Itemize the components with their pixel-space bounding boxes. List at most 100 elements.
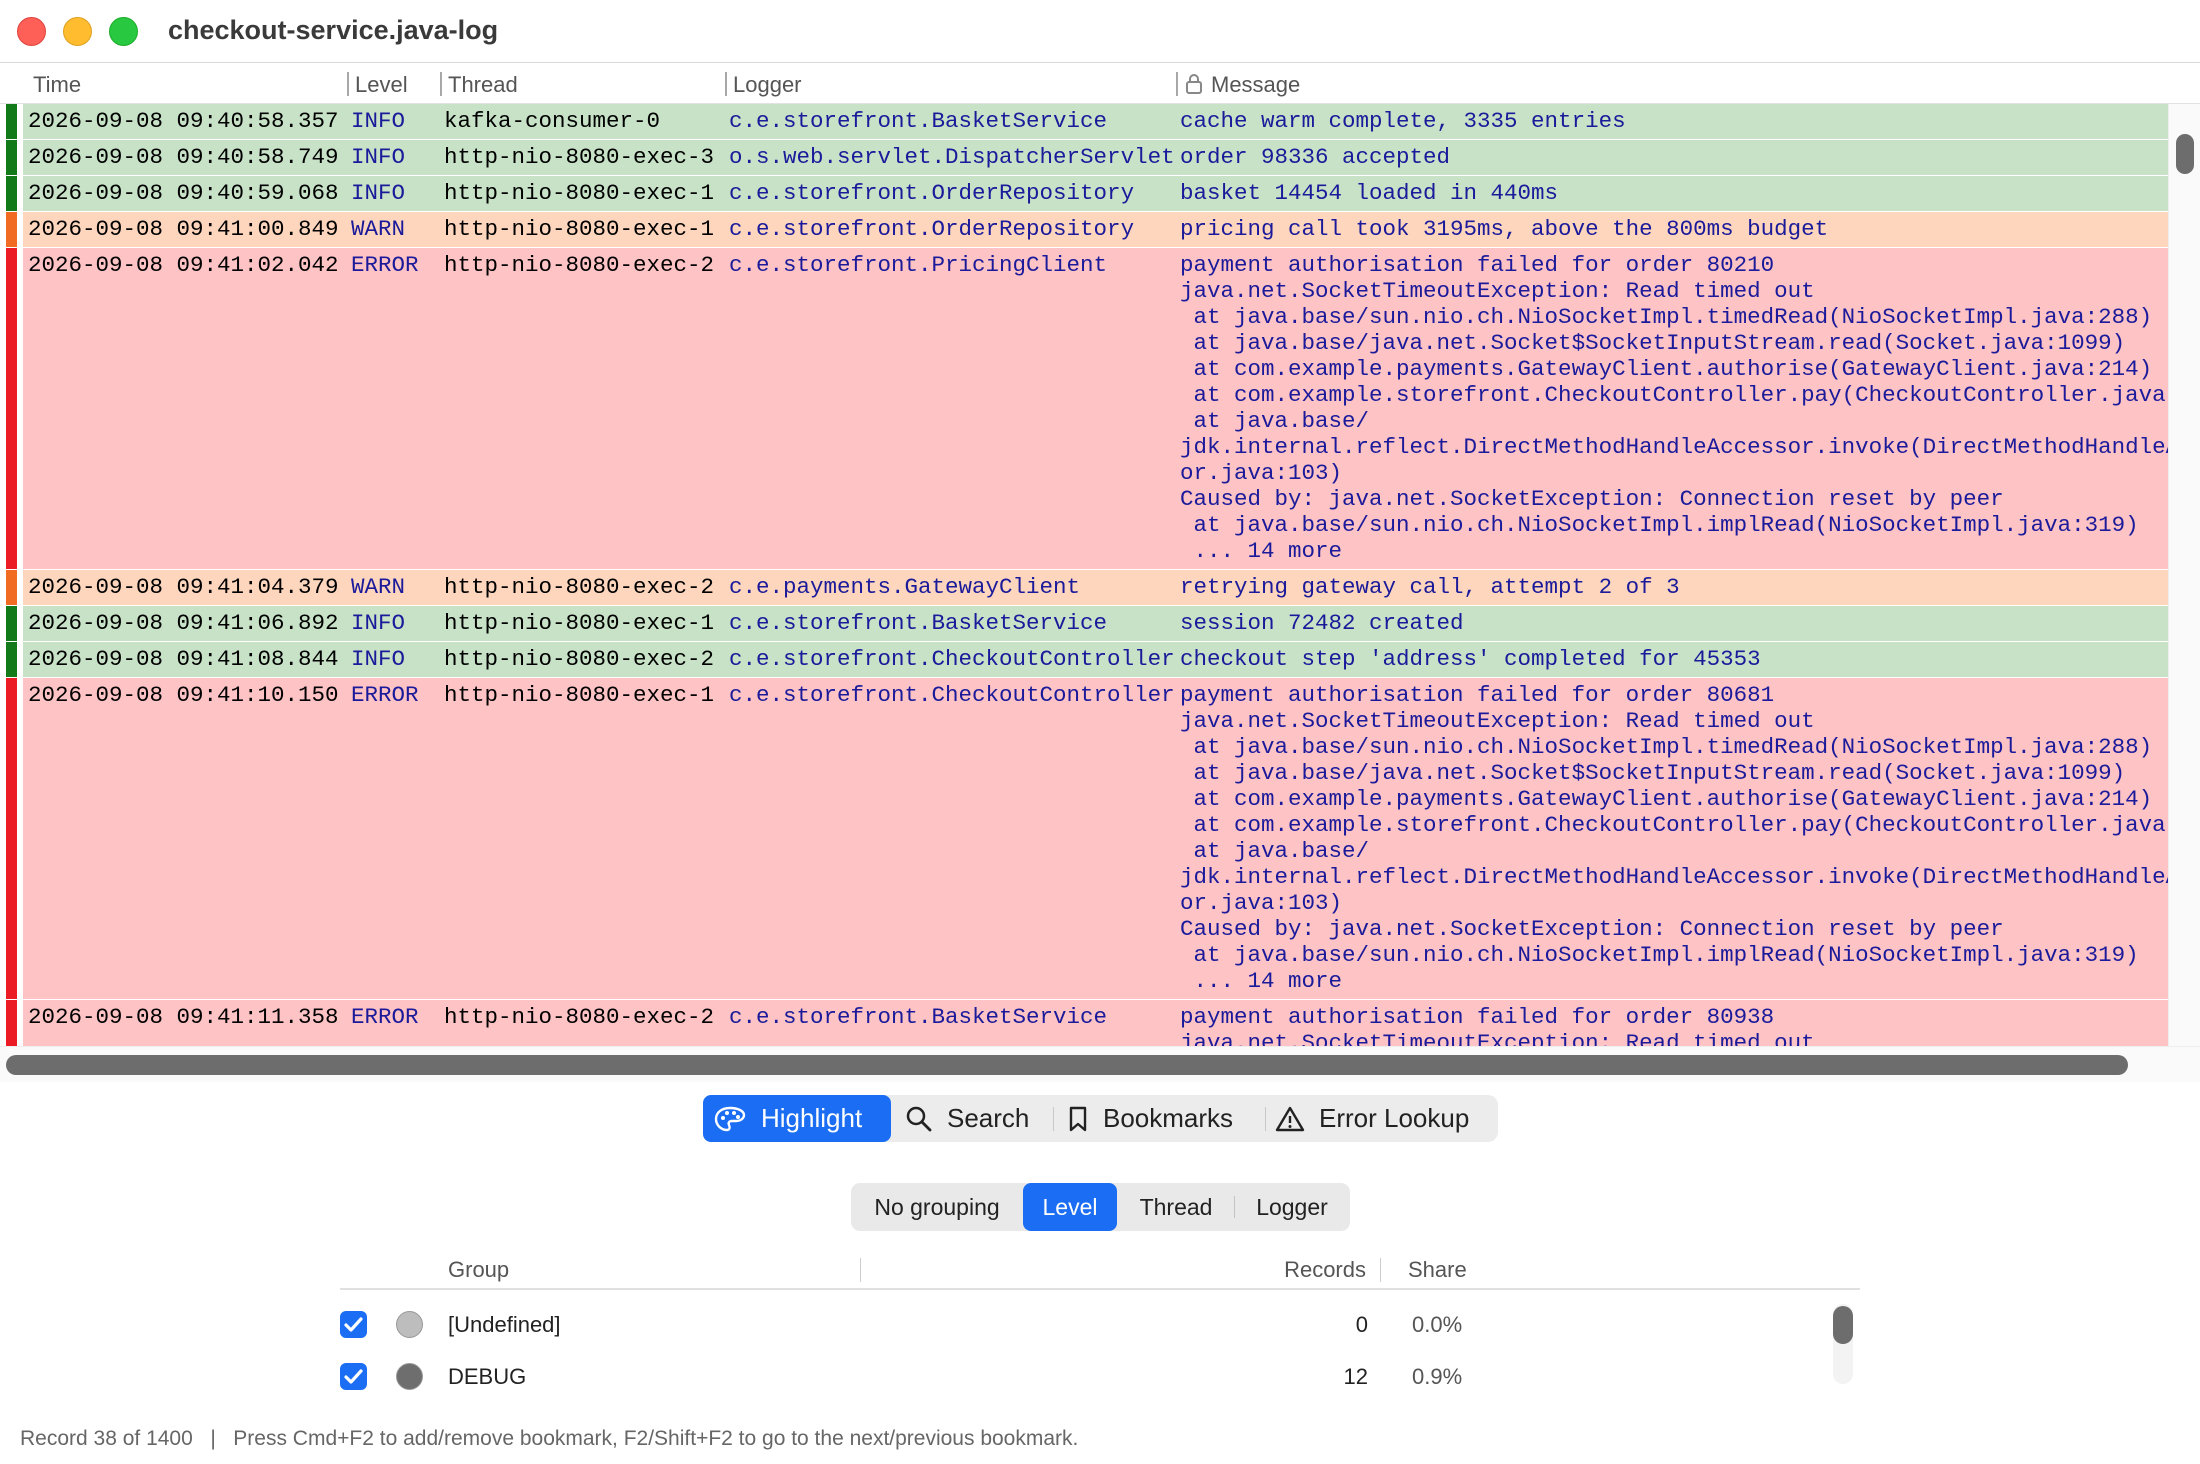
message-line: retrying gateway call, attempt 2 of 3 xyxy=(1180,574,1680,600)
log-horizontal-scrollbar[interactable] xyxy=(0,1046,2200,1082)
status-record: Record 38 of 1400 xyxy=(20,1427,193,1450)
column-time[interactable]: Time xyxy=(33,72,81,98)
level-stripe xyxy=(6,140,17,175)
tab-error-lookup-label: Error Lookup xyxy=(1319,1103,1470,1133)
log-level: ERROR xyxy=(351,252,419,278)
column-logger[interactable]: Logger xyxy=(733,72,802,98)
level-stripe xyxy=(6,606,17,641)
log-logger: c.e.storefront.BasketService xyxy=(729,1004,1108,1030)
log-logger: c.e.storefront.CheckoutController xyxy=(729,646,1175,672)
message-line: Caused by: java.net.SocketException: Con… xyxy=(1180,486,2004,512)
message-line: pricing call took 3195ms, above the 800m… xyxy=(1180,216,1829,242)
share-column-header[interactable]: Share xyxy=(1408,1257,1467,1283)
tab-highlight[interactable]: Highlight xyxy=(703,1095,891,1142)
checkmark-icon xyxy=(344,1369,363,1384)
window-zoom-button[interactable] xyxy=(109,17,138,46)
bookmark-icon xyxy=(1069,1106,1087,1131)
column-thread[interactable]: Thread xyxy=(448,72,518,98)
message-line: session 72482 created xyxy=(1180,610,1464,636)
column-resize-handle[interactable] xyxy=(1176,72,1178,96)
group-column-header[interactable]: Group xyxy=(448,1257,509,1283)
log-time: 2026-09-08 09:41:00.849 xyxy=(28,216,339,242)
log-row[interactable]: 2026-09-08 09:41:11.358 ERROR http-nio-808… xyxy=(0,1000,2168,1046)
log-logger: c.e.payments.GatewayClient xyxy=(729,574,1081,600)
log-thread: kafka-consumer-0 xyxy=(444,108,661,134)
message-line: cache warm complete, 3335 entries xyxy=(1180,108,1626,134)
log-row[interactable]: 2026-09-08 09:40:58.357 INFO kafka-consume… xyxy=(0,104,2168,140)
group-records: 0 xyxy=(1355,1312,1368,1337)
log-level: INFO xyxy=(351,108,406,134)
log-level: ERROR xyxy=(351,682,419,708)
message-line: payment authorisation failed for order 8… xyxy=(1180,1004,1775,1030)
log-column-header: Time Level Thread Logger Message xyxy=(0,64,2200,104)
log-row[interactable]: 2026-09-08 09:41:08.844 INFO http-nio-8080… xyxy=(0,642,2168,678)
vertical-scroll-thumb[interactable] xyxy=(2176,134,2194,174)
column-resize-handle[interactable] xyxy=(440,72,442,96)
grouping-option-none[interactable]: No grouping xyxy=(851,1183,1023,1231)
log-level: INFO xyxy=(351,180,406,206)
column-message[interactable]: Message xyxy=(1211,72,1300,98)
group-row-debug[interactable]: DEBUG 12 0.9% xyxy=(340,1350,1840,1402)
group-color-swatch[interactable] xyxy=(396,1363,423,1390)
message-line: at com.example.payments.GatewayClient.au… xyxy=(1180,356,2153,382)
horizontal-scroll-thumb[interactable] xyxy=(6,1055,2128,1075)
log-time: 2026-09-08 09:40:58.749 xyxy=(28,144,339,170)
grouping-segmented-control: No grouping Level Thread Logger xyxy=(851,1183,1350,1231)
log-thread: http-nio-8080-exec-2 xyxy=(444,252,715,278)
window-close-button[interactable] xyxy=(17,17,46,46)
message-line: checkout step 'address' completed for 45… xyxy=(1180,646,1761,672)
log-table[interactable]: 2026-09-08 09:40:58.357 INFO kafka-consume… xyxy=(0,104,2168,1046)
log-logger: c.e.storefront.CheckoutController xyxy=(729,682,1175,708)
log-thread: http-nio-8080-exec-1 xyxy=(444,682,715,708)
log-thread: http-nio-8080-exec-2 xyxy=(444,1004,715,1030)
status-hint: Press Cmd+F2 to add/remove bookmark, F2/… xyxy=(233,1427,1079,1450)
log-thread: http-nio-8080-exec-2 xyxy=(444,574,715,600)
message-line: at java.base/java.net.Socket$SocketInput… xyxy=(1180,760,2126,786)
message-line: at java.base/ xyxy=(1180,838,1370,864)
group-color-swatch[interactable] xyxy=(396,1311,423,1338)
log-row[interactable]: 2026-09-08 09:40:59.068 INFO http-nio-8080… xyxy=(0,176,2168,212)
log-level: WARN xyxy=(351,216,406,242)
group-table-scroll-thumb[interactable] xyxy=(1833,1306,1853,1344)
log-logger: o.s.web.servlet.DispatcherServlet xyxy=(729,144,1175,170)
grouping-option-logger[interactable]: Logger xyxy=(1235,1183,1349,1231)
log-message: payment authorisation failed for order 8… xyxy=(1180,682,2168,994)
log-row[interactable]: 2026-09-08 09:41:10.150 ERROR http-nio-808… xyxy=(0,678,2168,1000)
group-share: 0.9% xyxy=(1412,1364,1463,1389)
search-icon xyxy=(906,1106,932,1131)
log-row[interactable]: 2026-09-08 09:41:06.892 INFO http-nio-8080… xyxy=(0,606,2168,642)
log-thread: http-nio-8080-exec-1 xyxy=(444,180,715,206)
group-checkbox[interactable] xyxy=(340,1311,367,1338)
message-line: at java.base/sun.nio.ch.NioSocketImpl.ti… xyxy=(1180,734,2153,760)
level-stripe xyxy=(6,176,17,211)
records-column-header[interactable]: Records xyxy=(940,1257,1366,1283)
column-resize-handle[interactable] xyxy=(347,72,349,96)
log-row[interactable]: 2026-09-08 09:41:02.042 ERROR http-nio-808… xyxy=(0,248,2168,570)
window-minimize-button[interactable] xyxy=(63,17,92,46)
log-row[interactable]: 2026-09-08 09:40:58.749 INFO http-nio-8080… xyxy=(0,140,2168,176)
log-message: order 98336 accepted xyxy=(1180,144,1450,170)
message-line: basket 14454 loaded in 440ms xyxy=(1180,180,1559,206)
grouping-option-level[interactable]: Level xyxy=(1023,1183,1117,1231)
message-line: java.net.SocketTimeoutException: Read ti… xyxy=(1180,1030,1815,1046)
message-line: jdk.internal.reflect.DirectMethodHandleA… xyxy=(1180,434,2168,460)
group-checkbox[interactable] xyxy=(340,1363,367,1390)
log-row[interactable]: 2026-09-08 09:41:00.849 WARN http-nio-8080… xyxy=(0,212,2168,248)
column-level[interactable]: Level xyxy=(355,72,408,98)
message-line: java.net.SocketTimeoutException: Read ti… xyxy=(1180,278,1815,304)
log-message: retrying gateway call, attempt 2 of 3 xyxy=(1180,574,1680,600)
group-row-undefined[interactable]: [Undefined] 0 0.0% xyxy=(340,1298,1840,1350)
tab-bookmarks-label: Bookmarks xyxy=(1103,1103,1234,1133)
tab-bookmarks[interactable]: Bookmarks xyxy=(1067,1095,1263,1142)
tab-search[interactable]: Search xyxy=(905,1095,1045,1142)
column-resize-handle[interactable] xyxy=(725,72,727,96)
log-vertical-scrollbar[interactable] xyxy=(2168,104,2200,1046)
message-line: java.net.SocketTimeoutException: Read ti… xyxy=(1180,708,1815,734)
log-row[interactable]: 2026-09-08 09:41:04.379 WARN http-nio-8080… xyxy=(0,570,2168,606)
tab-error-lookup[interactable]: Error Lookup xyxy=(1275,1095,1497,1142)
grouping-option-thread[interactable]: Thread xyxy=(1119,1183,1233,1231)
log-logger: c.e.storefront.BasketService xyxy=(729,108,1108,134)
log-time: 2026-09-08 09:41:02.042 xyxy=(28,252,339,278)
message-line: at java.base/sun.nio.ch.NioSocketImpl.ti… xyxy=(1180,304,2153,330)
message-line: jdk.internal.reflect.DirectMethodHandleA… xyxy=(1180,864,2168,890)
